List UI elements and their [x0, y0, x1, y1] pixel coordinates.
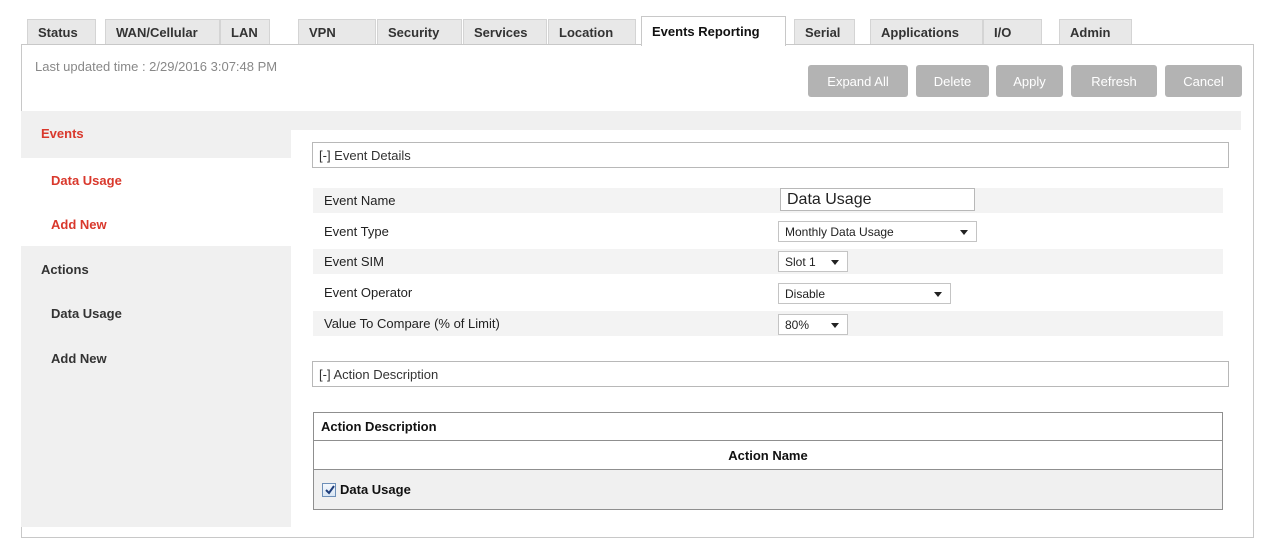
- event-operator-label: Event Operator: [324, 285, 413, 300]
- chevron-down-icon: [960, 230, 968, 235]
- tab-vpn[interactable]: VPN: [298, 19, 376, 45]
- refresh-button[interactable]: Refresh: [1071, 65, 1157, 97]
- value-compare-value: 80%: [785, 317, 810, 332]
- tab-io[interactable]: I/O: [983, 19, 1042, 45]
- value-compare-select[interactable]: 80%: [778, 314, 848, 335]
- tab-location[interactable]: Location: [548, 19, 636, 45]
- event-sim-label: Event SIM: [324, 254, 384, 269]
- tab-applications[interactable]: Applications: [870, 19, 983, 45]
- event-sim-select[interactable]: Slot 1: [778, 251, 848, 272]
- chevron-down-icon: [934, 292, 942, 297]
- value-compare-row: Value To Compare (% of Limit): [313, 311, 1223, 336]
- event-name-label: Event Name: [324, 193, 396, 208]
- tab-wan-cellular[interactable]: WAN/Cellular: [105, 19, 220, 45]
- cancel-button[interactable]: Cancel: [1165, 65, 1242, 97]
- tab-status[interactable]: Status: [27, 19, 96, 45]
- event-type-value: Monthly Data Usage: [785, 224, 894, 239]
- action-table-title: Action Description: [314, 413, 1222, 441]
- event-sim-value: Slot 1: [785, 254, 816, 269]
- action-description-header[interactable]: [-] Action Description: [312, 361, 1229, 387]
- tab-security[interactable]: Security: [377, 19, 462, 45]
- chevron-down-icon: [831, 323, 839, 328]
- tab-serial[interactable]: Serial: [794, 19, 855, 45]
- sidebar-heading-actions[interactable]: Actions: [21, 247, 291, 291]
- sidebar-item-action-data-usage[interactable]: Data Usage: [21, 291, 291, 335]
- action-name-column-header: Action Name: [314, 441, 1222, 470]
- event-type-label: Event Type: [324, 224, 389, 239]
- sidebar-item-event-add-new[interactable]: Add New: [21, 202, 291, 246]
- event-operator-row: Event Operator: [313, 280, 1223, 305]
- event-details-header[interactable]: [-] Event Details: [312, 142, 1229, 168]
- chevron-down-icon: [831, 260, 839, 265]
- sidebar-item-action-add-new[interactable]: Add New: [21, 336, 291, 380]
- event-type-select[interactable]: Monthly Data Usage: [778, 221, 977, 242]
- event-type-row: Event Type: [313, 219, 1223, 244]
- expand-all-button[interactable]: Expand All: [808, 65, 908, 97]
- delete-button[interactable]: Delete: [916, 65, 989, 97]
- sidebar-heading-events[interactable]: Events: [21, 111, 291, 155]
- event-name-input[interactable]: Data Usage: [780, 188, 975, 211]
- action-description-table: Action Description Action Name Data Usag…: [313, 412, 1223, 510]
- event-operator-value: Disable: [785, 286, 826, 301]
- main-tab-bar: Status WAN/Cellular LAN VPN Security Ser…: [27, 16, 1254, 46]
- tab-lan[interactable]: LAN: [220, 19, 270, 45]
- event-operator-select[interactable]: Disable: [778, 283, 951, 304]
- apply-button[interactable]: Apply: [996, 65, 1063, 97]
- value-compare-label: Value To Compare (% of Limit): [324, 316, 500, 331]
- tab-events-reporting[interactable]: Events Reporting: [641, 16, 786, 46]
- last-updated-text: Last updated time : 2/29/2016 3:07:48 PM: [35, 59, 278, 74]
- checkmark-icon: [325, 484, 335, 495]
- table-row: Data Usage: [314, 470, 1222, 509]
- event-name-row: Event Name: [313, 188, 1223, 213]
- sidebar-item-event-data-usage[interactable]: Data Usage: [21, 158, 291, 202]
- tab-services[interactable]: Services: [463, 19, 547, 45]
- event-sim-row: Event SIM: [313, 249, 1223, 274]
- data-usage-checkbox[interactable]: [322, 482, 336, 497]
- action-row-label: Data Usage: [340, 482, 411, 497]
- tab-admin[interactable]: Admin: [1059, 19, 1132, 45]
